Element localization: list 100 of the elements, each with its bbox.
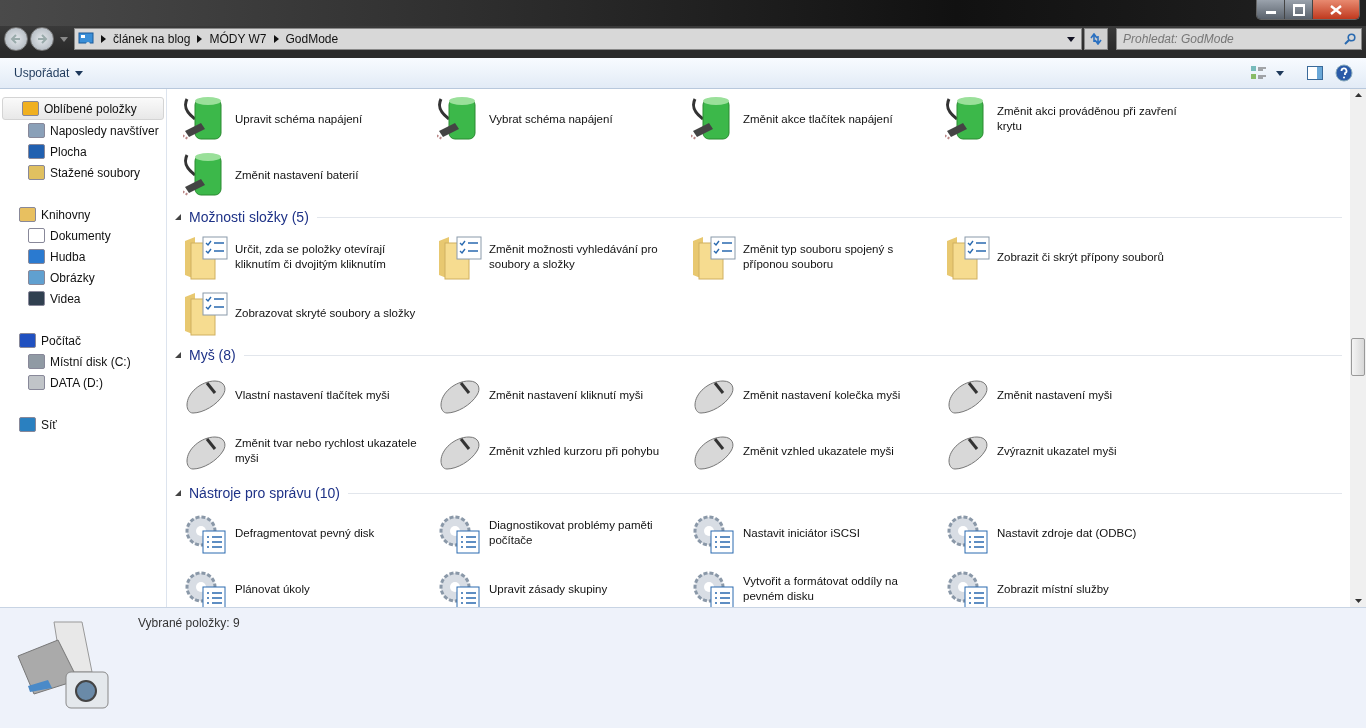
- scrollbar[interactable]: [1350, 89, 1366, 607]
- forward-arrow-icon: [37, 34, 48, 44]
- group-heading[interactable]: Možnosti složky (5): [189, 209, 309, 225]
- item-label: Změnit nastavení kliknutí myši: [489, 387, 645, 403]
- breadcrumb-item[interactable]: GodMode: [285, 32, 339, 46]
- item-label: Zobrazit či skrýt přípony souborů: [997, 249, 1165, 265]
- sidebar-item[interactable]: Hudba: [0, 246, 166, 267]
- scroll-up-icon[interactable]: [1354, 93, 1362, 97]
- folder-checklist-icon: [691, 233, 737, 281]
- item-label: Upravit zásady skupiny: [489, 581, 609, 597]
- sidebar-item[interactable]: Videa: [0, 288, 166, 309]
- caret-icon[interactable]: [1276, 70, 1284, 76]
- collapse-icon[interactable]: [175, 352, 181, 358]
- sidebar-item[interactable]: Stažené soubory: [0, 162, 166, 183]
- forward-button[interactable]: [30, 27, 54, 51]
- item-label: Změnit akci prováděnou při zavření krytu: [997, 104, 1178, 134]
- control-panel-icon: [78, 32, 94, 46]
- chevron-icon[interactable]: [101, 35, 106, 43]
- breadcrumb-item[interactable]: článek na blog: [113, 32, 191, 46]
- sidebar-item[interactable]: Obrázky: [0, 267, 166, 288]
- item-label: Vytvořit a formátovat oddíly na pevném disku: [743, 574, 899, 604]
- control-panel-item[interactable]: Vlastní nastavení tlačítek myši: [175, 367, 429, 423]
- control-panel-item[interactable]: Vybrat schéma napájení: [429, 91, 683, 147]
- refresh-button[interactable]: [1084, 28, 1108, 50]
- control-panel-item[interactable]: Určit, zda se položky otevírají kliknutím či dvojitým kliknutím: [175, 229, 429, 285]
- control-panel-item[interactable]: Nastavit iniciátor iSCSI: [683, 505, 937, 561]
- item-label: Změnit vzhled ukazatele myši: [743, 443, 895, 459]
- control-panel-item[interactable]: Změnit typ souboru spojený s příponou souboru: [683, 229, 937, 285]
- group-heading[interactable]: Nástroje pro správu (10): [189, 485, 340, 501]
- item-label: Plánovat úkoly: [235, 581, 311, 597]
- control-panel-item[interactable]: Změnit nastavení myši: [937, 367, 1191, 423]
- sidebar-item[interactable]: Síť: [0, 414, 166, 435]
- refresh-icon: [1089, 33, 1103, 45]
- control-panel-item[interactable]: Změnit vzhled kurzoru při pohybu: [429, 423, 683, 479]
- item-label: Změnit vzhled kurzoru při pohybu: [489, 443, 661, 459]
- address-bar[interactable]: článek na blog MÓDY W7 GodMode: [74, 28, 1082, 50]
- item-label: Změnit možnosti vyhledávání pro soubory a složky: [489, 242, 659, 272]
- collapse-icon[interactable]: [175, 490, 181, 496]
- item-label: Defragmentovat pevný disk: [235, 525, 376, 541]
- control-panel-item[interactable]: Změnit možnosti vyhledávání pro soubory a složky: [429, 229, 683, 285]
- item-label: Nastavit zdroje dat (ODBC): [997, 525, 1138, 541]
- sidebar-item[interactable]: Místní disk (C:): [0, 351, 166, 372]
- chevron-icon[interactable]: [273, 35, 279, 43]
- close-button[interactable]: [1313, 0, 1359, 19]
- control-panel-item[interactable]: Změnit nastavení baterií: [175, 147, 429, 203]
- item-label: Upravit schéma napájení: [235, 111, 364, 127]
- control-panel-item[interactable]: Změnit nastavení kolečka myši: [683, 367, 937, 423]
- item-label: Změnit typ souboru spojený s příponou souboru: [743, 242, 895, 272]
- control-panel-item[interactable]: Zobrazovat skryté soubory a složky: [175, 285, 429, 341]
- item-label: Změnit akce tlačítek napájení: [743, 111, 894, 127]
- control-panel-item[interactable]: Nastavit zdroje dat (ODBC): [937, 505, 1191, 561]
- scrollbar-thumb[interactable]: [1351, 338, 1365, 377]
- sidebar-item[interactable]: DATA (D:): [0, 372, 166, 393]
- maximize-button[interactable]: [1285, 0, 1313, 19]
- search-field[interactable]: Prohledat: GodMode: [1116, 28, 1362, 50]
- history-dropdown-icon[interactable]: [60, 36, 68, 42]
- chevron-icon[interactable]: [197, 35, 203, 43]
- folder-checklist-icon: [437, 233, 483, 281]
- control-panel-item[interactable]: Defragmentovat pevný disk: [175, 505, 429, 561]
- minimize-button[interactable]: [1257, 0, 1285, 19]
- caret-icon: [75, 70, 84, 76]
- back-button[interactable]: [4, 27, 28, 51]
- control-panel-item[interactable]: Změnit nastavení kliknutí myši: [429, 367, 683, 423]
- folder-checklist-icon: [945, 233, 991, 281]
- group-heading[interactable]: Myš (8): [189, 347, 236, 363]
- breadcrumb-item[interactable]: MÓDY W7: [209, 32, 267, 46]
- collapse-icon[interactable]: [175, 214, 181, 220]
- item-label: Změnit nastavení baterií: [235, 167, 360, 183]
- back-arrow-icon: [10, 34, 21, 44]
- item-label: Změnit nastavení kolečka myši: [743, 387, 902, 403]
- preview-pane-button[interactable]: [1304, 63, 1326, 83]
- control-panel-item[interactable]: Diagnostikovat problémy paměti počítače: [429, 505, 683, 561]
- sidebar-item[interactable]: Knihovny: [0, 204, 166, 225]
- control-panel-item[interactable]: Změnit akci prováděnou při zavření krytu: [937, 91, 1191, 147]
- sidebar-item[interactable]: Naposledy navštíver: [0, 120, 166, 141]
- sidebar-item[interactable]: Dokumenty: [0, 225, 166, 246]
- folder-checklist-icon: [183, 233, 229, 281]
- dropdown-icon[interactable]: [1067, 36, 1075, 42]
- scroll-down-icon[interactable]: [1354, 599, 1362, 603]
- folder-checklist-icon: [183, 289, 229, 337]
- organize-button[interactable]: Uspořádat: [8, 63, 90, 83]
- control-panel-item[interactable]: Upravit schéma napájení: [175, 91, 429, 147]
- control-panel-item[interactable]: Změnit vzhled ukazatele myši: [683, 423, 937, 479]
- item-label: Změnit tvar nebo rychlost ukazatele myši: [235, 436, 418, 466]
- search-icon: [1344, 33, 1356, 45]
- control-panel-item[interactable]: Změnit tvar nebo rychlost ukazatele myši: [175, 423, 429, 479]
- control-panel-item[interactable]: Změnit akce tlačítek napájení: [683, 91, 937, 147]
- item-label: Nastavit iniciátor iSCSI: [743, 525, 861, 541]
- control-panel-item[interactable]: Zvýraznit ukazatel myši: [937, 423, 1191, 479]
- item-label: Vlastní nastavení tlačítek myši: [235, 387, 391, 403]
- item-label: Diagnostikovat problémy paměti počítače: [489, 518, 654, 548]
- close-icon: [1330, 4, 1342, 15]
- help-button[interactable]: [1332, 61, 1356, 85]
- sidebar-item[interactable]: Oblíbené položky: [2, 97, 164, 120]
- item-label: Zobrazit místní služby: [997, 581, 1110, 597]
- sidebar-item[interactable]: Plocha: [0, 141, 166, 162]
- control-panel-item[interactable]: Zobrazit či skrýt přípony souborů: [937, 229, 1191, 285]
- sidebar-item[interactable]: Počítač: [0, 330, 166, 351]
- item-label: Zvýraznit ukazatel myši: [997, 443, 1118, 459]
- item-label: Určit, zda se položky otevírají kliknutím či dvojitým kliknutím: [235, 242, 387, 272]
